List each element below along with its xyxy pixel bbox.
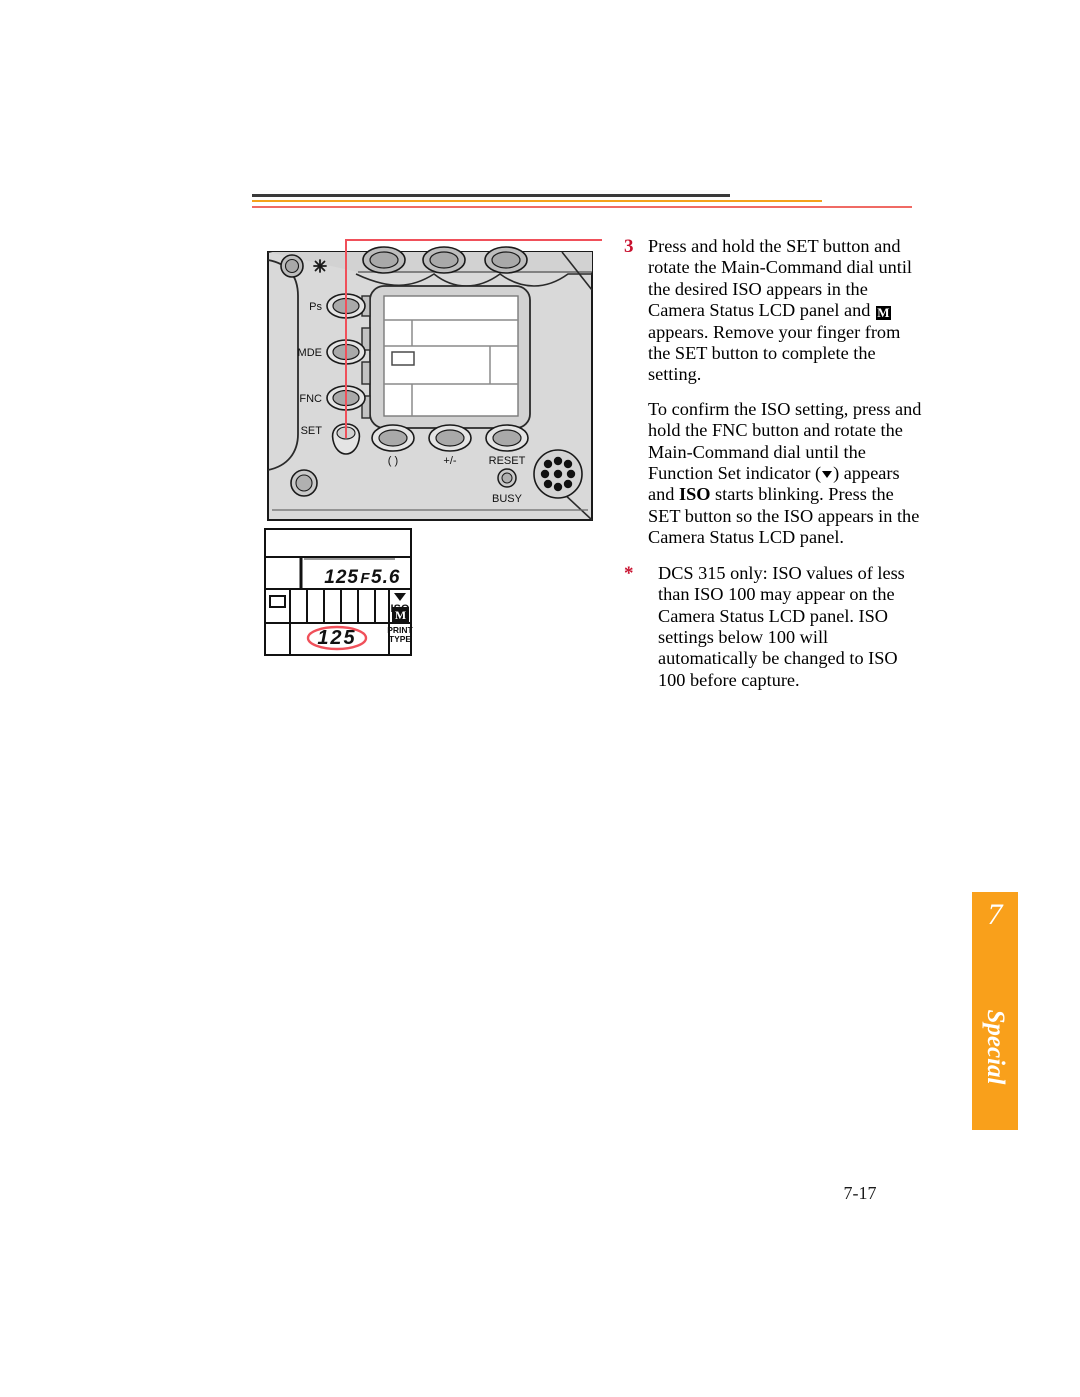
lcd-frame-counter-box [269,595,286,608]
lcd-aperture-prefix: F [360,570,370,587]
camera-lcd-battery-indicator [391,351,415,366]
camera-button-label-set: SET [301,425,323,437]
camera-button-label-mde: MDE [298,347,322,359]
header-rule-orange [252,200,822,202]
camera-bottom-buttons: ( ) +/- RESET [371,424,529,467]
camera-button-label-ps: Ps [309,301,322,313]
chapter-label-wrap: Special [972,967,1018,1127]
step-item-3: 3 Press and hold the SET button and rota… [624,236,924,386]
confirm-paragraph: To confirm the ISO setting, press and ho… [624,399,924,549]
lcd-mode-m-label: M [395,608,406,622]
camera-back-illustration: Ps MDE FNC SET ( ) +/- RESET BUSY [262,238,602,538]
camera-top-buttons [362,246,528,274]
lcd-status-panel-detail: 125 F 5.6 ISO M 125 PRINT TYPE [263,527,413,657]
mode-m-icon: M [875,305,891,321]
camera-button-label-plusminus: +/- [443,455,456,467]
lcd-print-type-line2: TYPE [389,634,412,644]
note-text: DCS 315 only: ISO values of less than IS… [658,562,905,690]
camera-small-round-button-topleft [280,254,304,278]
header-rule-dark [252,194,730,197]
confirm-paragraph-text: To confirm the ISO setting, press and ho… [648,399,924,549]
asterisk-icon [313,259,327,273]
function-set-triangle-icon [822,471,833,479]
chapter-number: 7 [987,898,1003,931]
camera-small-round-button-bottomleft [290,469,318,497]
camera-button-label-reset: RESET [489,455,526,467]
speaker-grille-icon [533,449,583,499]
page-header-rules [0,0,1080,208]
confirm-text-iso-bold: ISO [678,484,711,505]
note-bullet-asterisk: * [624,562,634,584]
lcd-shutter-value: 125 [324,567,359,588]
step-text: Press and hold the SET button and rotate… [648,236,924,386]
camera-busy-label: BUSY [492,493,523,505]
instruction-text-column: 3 Press and hold the SET button and rota… [624,236,924,691]
camera-button-label-parens: ( ) [388,455,398,467]
lcd-highlighted-iso-value: 125 [317,627,356,649]
note-item: * DCS 315 only: ISO values of less than … [624,563,924,691]
step-number: 3 [624,236,634,257]
camera-button-label-fnc: FNC [299,393,322,405]
page-number: 7-17 [843,1183,877,1203]
chapter-side-tab: 7 Special [972,892,1018,1130]
lcd-aperture-value: 5.6 [371,567,400,588]
step-text-before-icon: Press and hold the SET button and rotate… [648,236,913,321]
header-rule-red [252,206,912,208]
chapter-label: Special [982,1009,1009,1085]
step-text-after-icon: appears. Remove your finger from the SET… [648,321,901,385]
